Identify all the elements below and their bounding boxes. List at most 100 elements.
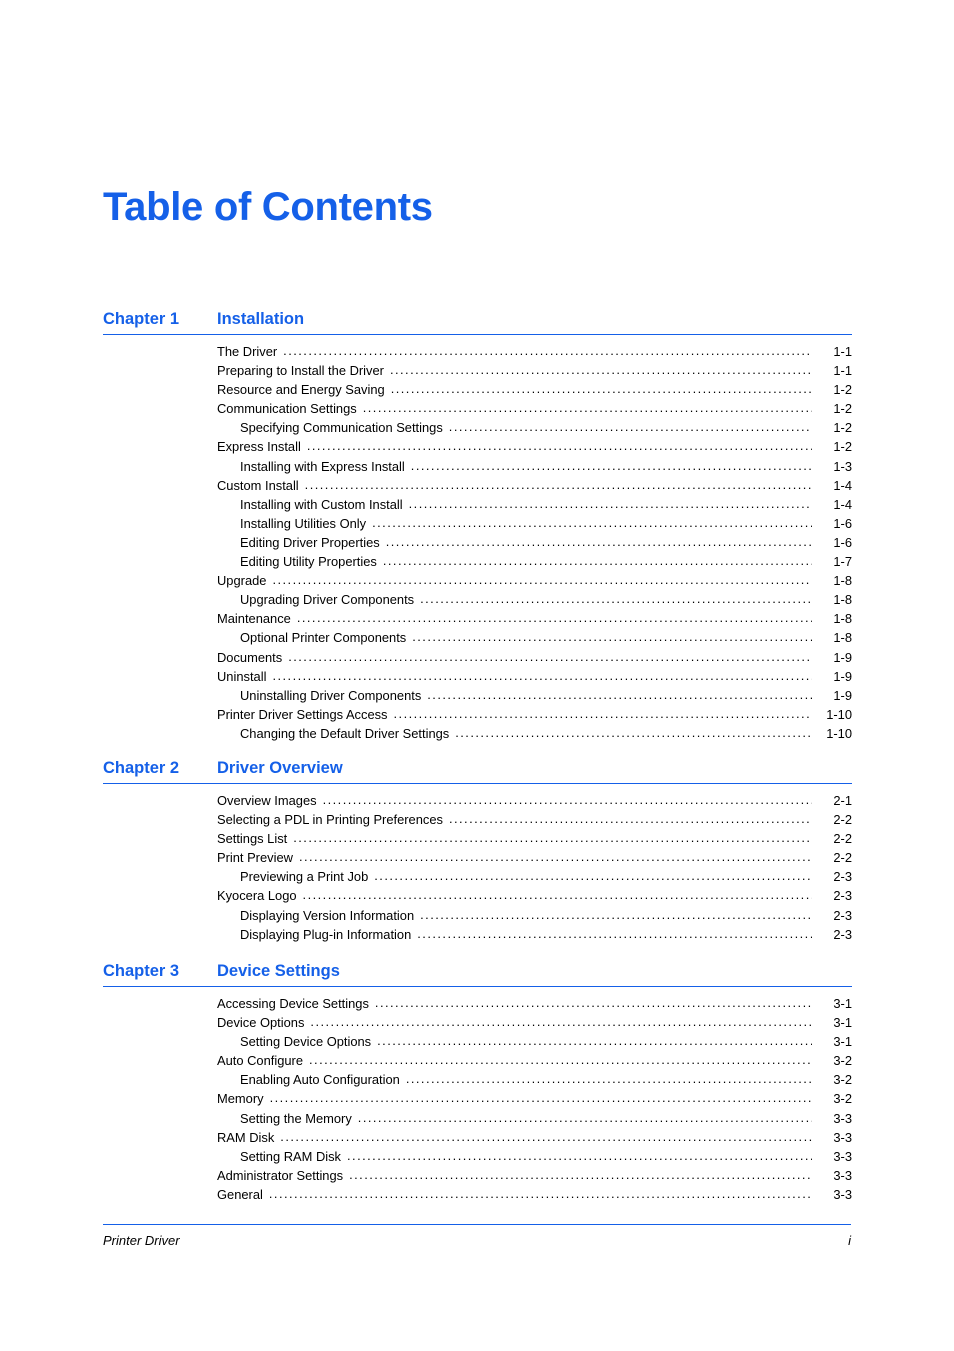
toc-entry-page-number: 1-2 <box>833 439 852 455</box>
toc-entry[interactable]: Kyocera Logo 2-3 <box>103 886 852 905</box>
toc-entry-page-number: 2-1 <box>833 793 852 808</box>
toc-entry-label: Editing Driver Properties <box>240 534 380 550</box>
toc-entry-page-number: 3-3 <box>833 1148 852 1164</box>
toc-entry[interactable]: Selecting a PDL in Printing Preferences 2… <box>103 810 852 829</box>
toc-entry-page-number: 1-9 <box>833 649 852 665</box>
toc-leader-dots <box>391 379 812 398</box>
toc-entry[interactable]: Memory 3-2 <box>103 1089 852 1108</box>
toc-entry[interactable]: Auto Configure 3-2 <box>103 1051 852 1070</box>
toc-leader-dots <box>375 993 812 1012</box>
toc-entry[interactable]: Displaying Plug-in Information 2-3 <box>103 925 852 944</box>
toc-entry[interactable]: Optional Printer Components 1-8 <box>103 628 852 647</box>
toc-entry[interactable]: Displaying Version Information 2-3 <box>103 906 852 925</box>
toc-entry[interactable]: Uninstall 1-9 <box>103 667 852 686</box>
toc-entry[interactable]: Administrator Settings 3-3 <box>103 1166 852 1185</box>
toc-leader-dots <box>386 532 812 551</box>
toc-entry[interactable]: Documents 1-9 <box>103 648 852 667</box>
toc-entry[interactable]: Previewing a Print Job 2-3 <box>103 867 852 886</box>
toc-entry[interactable]: Installing Utilities Only 1-6 <box>103 514 852 533</box>
toc-entry-label: Administrator Settings <box>217 1167 344 1183</box>
toc-entry-label: Optional Printer Components <box>240 630 407 646</box>
toc-entry-label: Selecting a PDL in Printing Preferences <box>217 812 443 828</box>
chapter-block: Chapter 3 Device Settings Accessing Device… <box>103 962 852 1204</box>
toc-entry-label: Installing with Express Install <box>240 458 405 474</box>
toc-entry-label: Settings List <box>217 831 288 847</box>
toc-entry[interactable]: Maintenance 1-8 <box>103 609 852 628</box>
toc-page: Table of Contents Chapter 1 Installation T… <box>0 0 954 1351</box>
toc-entry[interactable]: General 3-3 <box>103 1185 852 1204</box>
toc-entry[interactable]: Preparing to Install the Driver 1-1 <box>103 361 852 380</box>
toc-leader-dots <box>390 360 812 379</box>
toc-entry[interactable]: Installing with Express Install 1-3 <box>103 457 852 476</box>
toc-entry-page-number: 1-3 <box>833 458 852 474</box>
toc-leader-dots <box>299 847 812 866</box>
toc-entry-label: Setting the Memory <box>240 1110 352 1126</box>
toc-entry[interactable]: Print Preview 2-2 <box>103 848 852 867</box>
toc-leader-dots <box>347 1146 812 1165</box>
chapter-heading[interactable]: Chapter 3 Device Settings <box>103 962 852 987</box>
toc-leader-dots <box>297 608 812 627</box>
toc-entry-page-number: 1-8 <box>833 611 852 627</box>
toc-entry[interactable]: Changing the Default Driver Settings 1-10 <box>103 724 852 743</box>
toc-entry[interactable]: Express Install 1-2 <box>103 437 852 456</box>
toc-entry[interactable]: Editing Driver Properties 1-6 <box>103 533 852 552</box>
toc-entry[interactable]: Communication Settings 1-2 <box>103 399 852 418</box>
toc-entry[interactable]: Setting Device Options 3-1 <box>103 1032 852 1051</box>
toc-entry-page-number: 1-2 <box>833 420 852 436</box>
toc-entry-label: Uninstalling Driver Components <box>240 687 422 703</box>
toc-entry[interactable]: Enabling Auto Configuration 3-2 <box>103 1070 852 1089</box>
toc-entry-label: Installing Utilities Only <box>240 515 367 531</box>
chapter-number: Chapter 2 <box>103 759 180 777</box>
toc-entry-page-number: 1-9 <box>833 668 852 684</box>
toc-entry[interactable]: Custom Install 1-4 <box>103 476 852 495</box>
toc-leader-dots <box>269 1184 812 1203</box>
chapter-heading[interactable]: Chapter 2 Driver Overview <box>103 759 852 784</box>
toc-leader-dots <box>372 513 812 532</box>
toc-entry[interactable]: Device Options 3-1 <box>103 1013 852 1032</box>
toc-entry-page-number: 1-6 <box>833 515 852 531</box>
chapter-number: Chapter 1 <box>103 310 180 328</box>
toc-entry-label: Installing with Custom Install <box>240 496 403 512</box>
toc-entry[interactable]: Upgrading Driver Components 1-8 <box>103 590 852 609</box>
toc-entry-label: Enabling Auto Configuration <box>240 1072 400 1088</box>
toc-entry[interactable]: The Driver 1-1 <box>103 342 852 361</box>
toc-entry[interactable]: Upgrade 1-8 <box>103 571 852 590</box>
toc-entry-page-number: 3-3 <box>833 1129 852 1145</box>
toc-entry[interactable]: Setting the Memory 3-3 <box>103 1109 852 1128</box>
toc-entry[interactable]: Installing with Custom Install 1-4 <box>103 495 852 514</box>
toc-entry[interactable]: Editing Utility Properties 1-7 <box>103 552 852 571</box>
toc-entry-page-number: 3-2 <box>833 1072 852 1088</box>
toc-entry-label: Editing Utility Properties <box>240 554 377 570</box>
chapter-title: Device Settings <box>217 962 340 980</box>
toc-entry[interactable]: Specifying Communication Settings 1-2 <box>103 418 852 437</box>
toc-entry-label: Displaying Version Information <box>240 907 415 923</box>
toc-entry[interactable]: Setting RAM Disk 3-3 <box>103 1147 852 1166</box>
toc-entry-page-number: 2-2 <box>833 812 852 828</box>
toc-entry[interactable]: Settings List 2-2 <box>103 829 852 848</box>
toc-entry-label: Printer Driver Settings Access <box>217 706 388 722</box>
toc-entry-label: Maintenance <box>217 611 291 627</box>
toc-leader-dots <box>272 666 812 685</box>
toc-leader-dots <box>383 551 812 570</box>
toc-entry-label: RAM Disk <box>217 1129 275 1145</box>
toc-entry-page-number: 1-10 <box>826 725 852 741</box>
toc-entry[interactable]: Printer Driver Settings Access 1-10 <box>103 705 852 724</box>
toc-entry[interactable]: Accessing Device Settings 3-1 <box>103 994 852 1013</box>
toc-leader-dots <box>349 1165 812 1184</box>
toc-entry-page-number: 2-2 <box>833 850 852 866</box>
toc-entry[interactable]: Resource and Energy Saving 1-2 <box>103 380 852 399</box>
toc-leader-dots <box>449 809 812 828</box>
chapter-heading[interactable]: Chapter 1 Installation <box>103 310 852 335</box>
toc-entry[interactable]: Overview Images 2-1 <box>103 791 852 810</box>
toc-leader-dots <box>293 828 812 847</box>
toc-entry-page-number: 1-2 <box>833 401 852 417</box>
toc-entry-page-number: 2-3 <box>833 869 852 885</box>
toc-entry[interactable]: RAM Disk 3-3 <box>103 1128 852 1147</box>
toc-entry-page-number: 2-3 <box>833 907 852 923</box>
toc-leader-dots <box>406 1069 812 1088</box>
toc-entry-label: Displaying Plug-in Information <box>240 926 412 942</box>
chapter-block: Chapter 1Installation The Driver1-1Prepar… <box>103 310 852 743</box>
toc-entry[interactable]: Uninstalling Driver Components 1-9 <box>103 686 852 705</box>
toc-leader-dots <box>310 1012 812 1031</box>
toc-entry-label: Accessing Device Settings <box>217 996 369 1011</box>
